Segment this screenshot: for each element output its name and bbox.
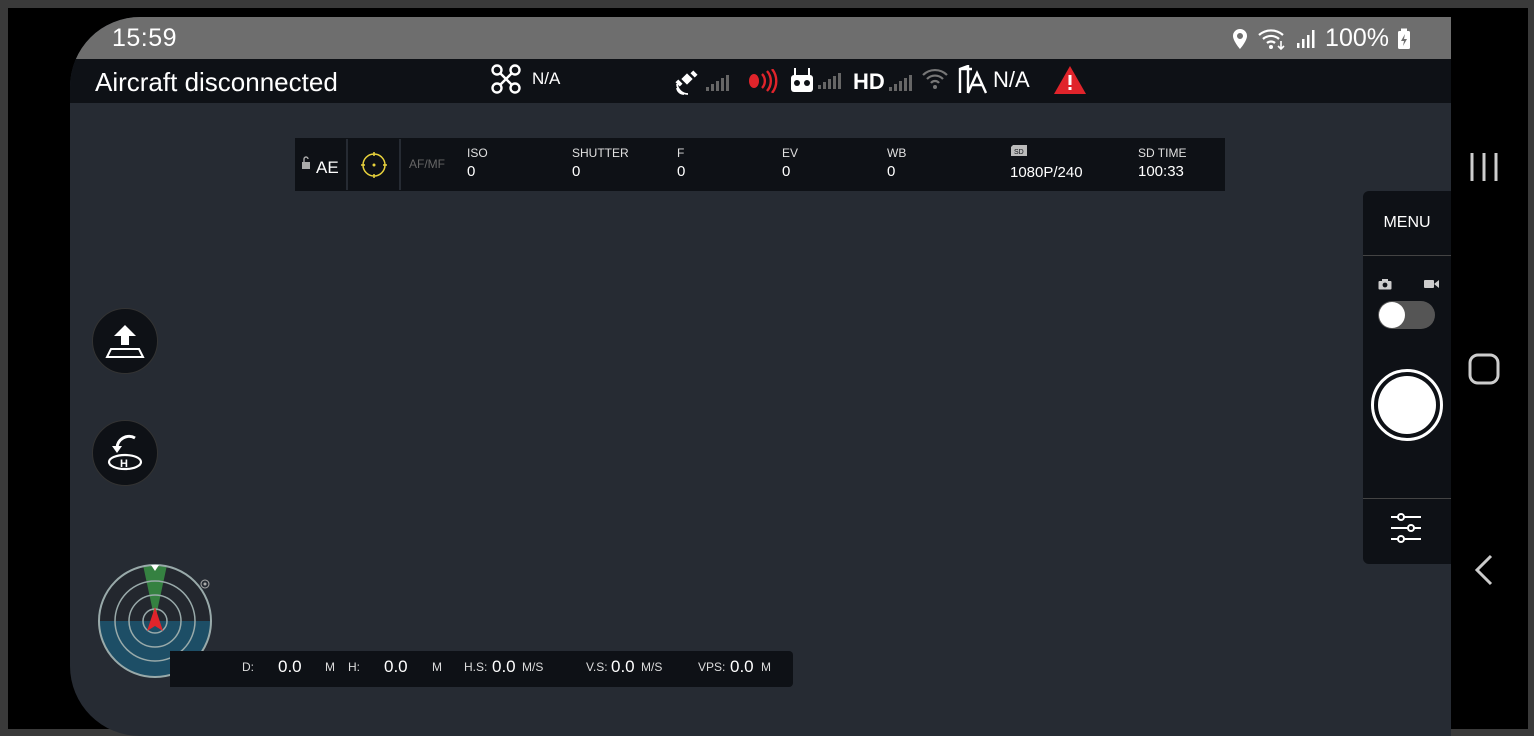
wifi-signal-indicator[interactable] [921,67,949,91]
wifi-strength-icon [922,68,948,89]
param-value: 0 [677,163,686,180]
menu-button[interactable]: MENU [1363,191,1451,256]
param-label: SHUTTER [572,146,629,160]
vision-system-icon [958,65,988,94]
param-label: WB [887,146,907,160]
status-time: 15:59 [112,24,178,52]
ae-lock-button[interactable]: AE [295,139,348,190]
device-frame: 15:59 100% Aircraft disconnected N/A HD … [0,0,1534,736]
param-value: 0 [782,163,791,180]
hd-signal-indicator[interactable]: HD [853,69,912,95]
vps-unit: M [761,660,771,674]
vspeed-label: V.S: [586,660,608,674]
vspeed-unit: M/S [641,660,663,674]
toggle-knob [1379,302,1405,328]
focus-target-icon [361,152,387,178]
hspeed-value: 0.0 [492,657,516,676]
remote-controller-icon [791,68,813,92]
wifi-icon [1258,28,1285,50]
android-status-bar: 15:59 100% [70,17,1451,59]
vision-positioning-indicator[interactable]: N/A [957,65,1030,95]
video-mode-icon[interactable] [1424,279,1439,289]
warning-indicator[interactable] [1053,65,1087,95]
hd-label: HD [853,69,885,94]
distance-label: D: [242,660,254,674]
sd-time: SD TIME 100:33 [1138,146,1186,180]
warning-icon [1054,66,1086,94]
phone-body: 15:59 100% Aircraft disconnected N/A HD … [8,8,1528,736]
height-label: H: [348,660,360,674]
unlock-icon [302,156,310,169]
vision-value: N/A [993,67,1030,92]
param-value: 0 [572,163,581,180]
shutter-inner [1378,376,1436,434]
takeoff-icon [105,325,145,358]
aircraft-mode-indicator[interactable]: N/A [490,63,560,95]
back-nav-icon[interactable] [1473,554,1495,586]
gps-signal-bars [706,73,729,91]
location-icon [1233,28,1248,49]
height-unit: M [432,660,442,674]
shutter-button[interactable] [1371,369,1443,441]
param-value: 0 [887,163,896,180]
photo-video-toggle[interactable] [1378,301,1435,329]
param-aperture[interactable]: F 0 [677,146,685,180]
gps-indicator[interactable] [674,69,729,95]
param-iso[interactable]: ISO 0 [467,146,488,180]
connection-status[interactable]: Aircraft disconnected [95,67,338,98]
sd-time-label: SD TIME [1138,146,1187,160]
satellite-icon [675,70,698,95]
hd-signal-bars [888,73,912,91]
param-label: ISO [467,146,488,160]
panel-divider [1363,498,1451,499]
distance-value: 0.0 [278,657,302,676]
focus-metering-button[interactable] [348,139,401,190]
battery-percent: 100% [1325,24,1389,52]
sd-card-icon: SD [1011,145,1027,156]
app-screen: 15:59 100% Aircraft disconnected N/A HD … [70,17,1451,736]
hspeed-unit: M/S [522,660,544,674]
return-home-button[interactable]: H [92,420,158,486]
svg-text:H: H [120,458,128,470]
camera-control-panel: MENU [1363,191,1451,564]
telemetry-bar: D: 0.0 M H: 0.0 M H.S: 0.0 M/S V.S: 0.0 … [170,651,793,687]
status-icons: 100% [1231,24,1411,53]
radar-sensor-icon [749,69,778,93]
battery-charging-icon [1398,28,1410,49]
obstacle-sensor-indicator[interactable] [746,69,778,93]
camera-settings-strip: AE AF/MF ISO 0 SHUTTER 0 F 0 EV 0 WB 0 S… [295,138,1225,191]
video-format-value: 1080P/240 [1010,164,1083,181]
vspeed-value: 0.0 [611,657,635,676]
svg-text:SD: SD [1014,149,1024,156]
aircraft-mode-value: N/A [532,69,561,88]
ae-label: AE [316,158,339,177]
focus-mode-label: AF/MF [409,157,445,171]
param-label: F [677,146,685,160]
param-value: 0 [467,163,476,180]
param-label: EV [782,146,799,160]
distance-unit: M [325,660,335,674]
af-mf-button[interactable]: AF/MF [401,139,454,190]
flight-status-bar: Aircraft disconnected N/A HD N/A [70,59,1451,103]
video-format[interactable]: SD 1080P/240 [1010,144,1083,181]
return-home-icon: H [107,434,143,471]
sd-time-value: 100:33 [1138,163,1184,180]
takeoff-button[interactable] [92,308,158,374]
vps-label: VPS: [698,660,726,674]
height-value: 0.0 [384,657,408,676]
param-shutter[interactable]: SHUTTER 0 [572,146,629,180]
drone-icon [491,64,521,94]
hspeed-label: H.S: [464,660,488,674]
remote-signal-indicator[interactable] [790,67,841,93]
photo-mode-icon[interactable] [1378,279,1392,290]
param-wb[interactable]: WB 0 [887,146,906,180]
param-ev[interactable]: EV 0 [782,146,798,180]
recent-apps-icon[interactable] [1468,152,1500,182]
cell-signal-icon [1297,29,1315,48]
home-nav-icon[interactable] [1468,353,1500,385]
remote-signal-bars [818,71,841,89]
vps-value: 0.0 [730,657,754,676]
home-point-icon [200,579,210,589]
camera-settings-icon[interactable] [1390,513,1422,543]
